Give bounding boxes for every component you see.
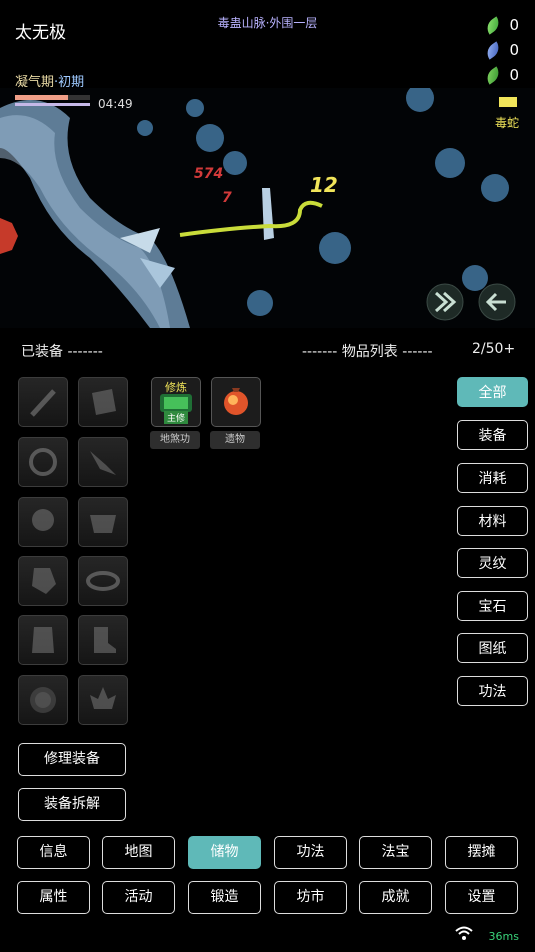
hp-fill: [15, 95, 68, 100]
nav-storage[interactable]: 储物: [188, 836, 261, 869]
filter-equipment[interactable]: 装备: [457, 420, 528, 450]
green-leaf-icon: [483, 15, 504, 35]
exp-fill: [15, 103, 90, 106]
damage-number: 12: [310, 173, 338, 197]
damage-number: 7: [222, 190, 232, 206]
resource-1: 0: [483, 15, 519, 35]
location-title: 毒蛊山脉·外围一层: [217, 16, 318, 30]
gloves-slot-icon[interactable]: [18, 556, 68, 606]
nav-treasure[interactable]: 法宝: [359, 836, 432, 869]
nav-info[interactable]: 信息: [17, 836, 90, 869]
blue-leaf-icon: [483, 40, 504, 60]
repair-equipment-button[interactable]: 修理装备: [18, 743, 126, 776]
item-name: 遗物: [210, 431, 260, 449]
equipped-header: 已装备 -------: [21, 344, 103, 360]
exit-icon[interactable]: [478, 283, 516, 321]
ping-indicator: 36ms: [488, 930, 519, 943]
resource-1-value: 0: [509, 16, 519, 34]
filter-consumable[interactable]: 消耗: [457, 463, 528, 493]
nav-market[interactable]: 坊市: [274, 881, 347, 914]
nav-achievements[interactable]: 成就: [359, 881, 432, 914]
filter-gem[interactable]: 宝石: [457, 591, 528, 621]
nav-technique[interactable]: 功法: [274, 836, 347, 869]
nav-attributes[interactable]: 属性: [17, 881, 90, 914]
nav-settings[interactable]: 设置: [445, 881, 518, 914]
hp-bar: [15, 95, 90, 100]
bracelet-slot-icon[interactable]: [78, 556, 128, 606]
cloak-slot-icon[interactable]: [18, 497, 68, 547]
nav-map[interactable]: 地图: [102, 836, 175, 869]
dismantle-equipment-button[interactable]: 装备拆解: [18, 788, 126, 821]
filter-all[interactable]: 全部: [457, 377, 528, 407]
nav-forge[interactable]: 锻造: [188, 881, 261, 914]
damage-number: 574: [194, 166, 223, 182]
gauntlet-slot-icon[interactable]: [18, 615, 68, 665]
item-name: 地煞功: [150, 431, 200, 449]
enemy-name: 毒蛇: [494, 116, 519, 130]
green-leaf-icon: [483, 65, 504, 85]
battle-timer: 04:49: [98, 97, 133, 111]
resource-3: 0: [483, 65, 519, 85]
filter-rune[interactable]: 灵纹: [457, 548, 528, 578]
exp-bar: [15, 103, 90, 106]
relic-orb-icon: [224, 388, 248, 415]
item-list-header: ------- 物品列表 ------: [302, 344, 433, 360]
battle-field: 574 7 12: [0, 88, 535, 328]
talisman-slot-icon[interactable]: [18, 675, 68, 725]
nav-stall[interactable]: 摆摊: [445, 836, 518, 869]
filter-material[interactable]: 材料: [457, 506, 528, 536]
item-relic[interactable]: [211, 377, 261, 427]
inventory-capacity: 2/50+: [472, 341, 516, 357]
sword-slot-icon[interactable]: [18, 377, 68, 427]
amulet-slot-icon[interactable]: [78, 437, 128, 487]
enemy-hp-bar: [499, 97, 517, 107]
item-badge-bottom: 主修: [164, 411, 188, 424]
resource-2: 0: [483, 40, 519, 60]
lotus-slot-icon[interactable]: [78, 675, 128, 725]
filter-technique[interactable]: 功法: [457, 676, 528, 706]
armor-slot-icon[interactable]: [78, 377, 128, 427]
item-badge-top: 修炼: [165, 381, 187, 394]
item-scroll[interactable]: 修炼 主修: [151, 377, 201, 427]
filter-blueprint[interactable]: 图纸: [457, 633, 528, 663]
nav-events[interactable]: 活动: [102, 881, 175, 914]
speed-icon[interactable]: [426, 283, 464, 321]
boots-slot-icon[interactable]: [78, 615, 128, 665]
ring-slot-icon[interactable]: [18, 437, 68, 487]
resource-3-value: 0: [509, 66, 519, 84]
wifi-icon: [455, 926, 473, 940]
resource-2-value: 0: [509, 41, 519, 59]
belt-slot-icon[interactable]: [78, 497, 128, 547]
battle-scene: 574 7 12: [0, 88, 535, 328]
